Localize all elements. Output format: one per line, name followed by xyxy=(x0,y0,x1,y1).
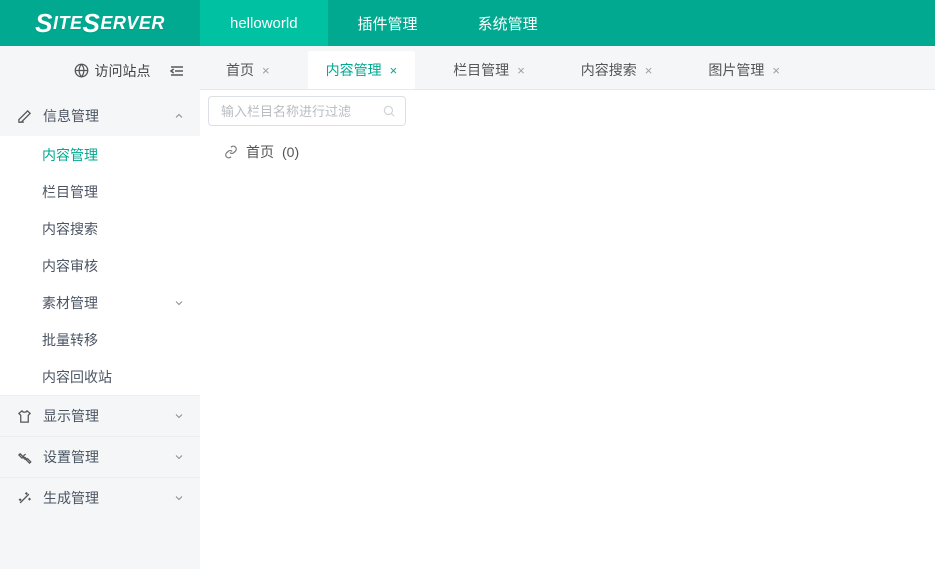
visit-site-label: 访问站点 xyxy=(95,61,151,81)
search-icon[interactable] xyxy=(382,104,396,118)
chevron-down-icon xyxy=(173,492,185,504)
chevron-down-icon xyxy=(173,451,185,463)
main-content: 首页 (0) xyxy=(200,90,935,569)
link-icon xyxy=(224,145,238,159)
sidebar-group-label: 设置管理 xyxy=(43,447,173,467)
topbar: SITESERVER helloworld 插件管理 系统管理 xyxy=(0,0,935,46)
visit-bar: 访问站点 xyxy=(0,46,200,96)
sidebar: 信息管理 内容管理 栏目管理 内容搜索 内容审核 素材管理 批量转移 内容回收站 xyxy=(0,96,200,569)
sidebar-group-display: 显示管理 xyxy=(0,395,200,436)
menu-collapse-icon[interactable] xyxy=(169,64,185,78)
sidebar-group-label: 生成管理 xyxy=(43,488,173,508)
sidebar-group-label: 信息管理 xyxy=(43,106,173,126)
sidebar-item-label: 素材管理 xyxy=(42,293,173,313)
close-icon[interactable]: × xyxy=(645,63,653,78)
sidebar-group-generate: 生成管理 xyxy=(0,477,200,518)
tab-label: 首页 xyxy=(226,60,254,80)
topnav-item-plugins[interactable]: 插件管理 xyxy=(328,0,448,46)
tree-root-label: 首页 xyxy=(246,142,274,162)
chevron-down-icon xyxy=(173,297,185,309)
topnav-item-system[interactable]: 系统管理 xyxy=(448,0,568,46)
column-filter-input[interactable] xyxy=(208,96,406,126)
close-icon[interactable]: × xyxy=(262,63,270,78)
edit-icon xyxy=(15,109,33,124)
sidebar-item-content-manage[interactable]: 内容管理 xyxy=(0,136,200,173)
tree-root-row[interactable]: 首页 (0) xyxy=(200,132,935,172)
wand-icon xyxy=(15,491,33,506)
sidebar-group-label: 显示管理 xyxy=(43,406,173,426)
sidebar-group-settings: 设置管理 xyxy=(0,436,200,477)
close-icon[interactable]: × xyxy=(390,63,398,78)
filter-box xyxy=(208,96,406,126)
tab-image-manage[interactable]: 图片管理 × xyxy=(690,51,798,89)
tree-root-count: (0) xyxy=(282,144,299,160)
sidebar-group-head-generate[interactable]: 生成管理 xyxy=(0,478,200,518)
sidebar-children-info: 内容管理 栏目管理 内容搜索 内容审核 素材管理 批量转移 内容回收站 xyxy=(0,136,200,395)
sidebar-item-material-manage[interactable]: 素材管理 xyxy=(0,284,200,321)
tab-column-manage[interactable]: 栏目管理 × xyxy=(435,51,543,89)
tab-label: 内容搜索 xyxy=(581,60,637,80)
sidebar-item-batch-transfer[interactable]: 批量转移 xyxy=(0,321,200,358)
brand-logo[interactable]: SITESERVER xyxy=(0,0,200,46)
tab-label: 内容管理 xyxy=(326,60,382,80)
close-icon[interactable]: × xyxy=(517,63,525,78)
topnav-item-site[interactable]: helloworld xyxy=(200,0,328,46)
sidebar-group-head-info[interactable]: 信息管理 xyxy=(0,96,200,136)
tab-label: 栏目管理 xyxy=(453,60,509,80)
globe-icon xyxy=(74,63,89,78)
sidebar-group-head-display[interactable]: 显示管理 xyxy=(0,396,200,436)
visit-site-link[interactable]: 访问站点 xyxy=(55,61,169,81)
sidebar-item-content-review[interactable]: 内容审核 xyxy=(0,247,200,284)
chevron-down-icon xyxy=(173,410,185,422)
tab-home[interactable]: 首页 × xyxy=(208,51,288,89)
chevron-down-icon xyxy=(173,110,185,122)
sidebar-group-info: 信息管理 内容管理 栏目管理 内容搜索 内容审核 素材管理 批量转移 内容回收站 xyxy=(0,96,200,395)
tab-label: 图片管理 xyxy=(708,60,764,80)
close-icon[interactable]: × xyxy=(772,63,780,78)
sidebar-item-column-manage[interactable]: 栏目管理 xyxy=(0,173,200,210)
sidebar-item-recycle-bin[interactable]: 内容回收站 xyxy=(0,358,200,395)
tab-content-search[interactable]: 内容搜索 × xyxy=(563,51,671,89)
tabbar: 首页 × 内容管理 × 栏目管理 × 内容搜索 × 图片管理 × xyxy=(200,46,935,90)
sidebar-item-content-search[interactable]: 内容搜索 xyxy=(0,210,200,247)
wrench-icon xyxy=(15,450,33,465)
sidebar-group-head-settings[interactable]: 设置管理 xyxy=(0,437,200,477)
top-nav: helloworld 插件管理 系统管理 xyxy=(200,0,568,46)
filter-wrap xyxy=(200,90,935,132)
shirt-icon xyxy=(15,409,33,424)
tab-content-manage[interactable]: 内容管理 × xyxy=(308,51,416,89)
